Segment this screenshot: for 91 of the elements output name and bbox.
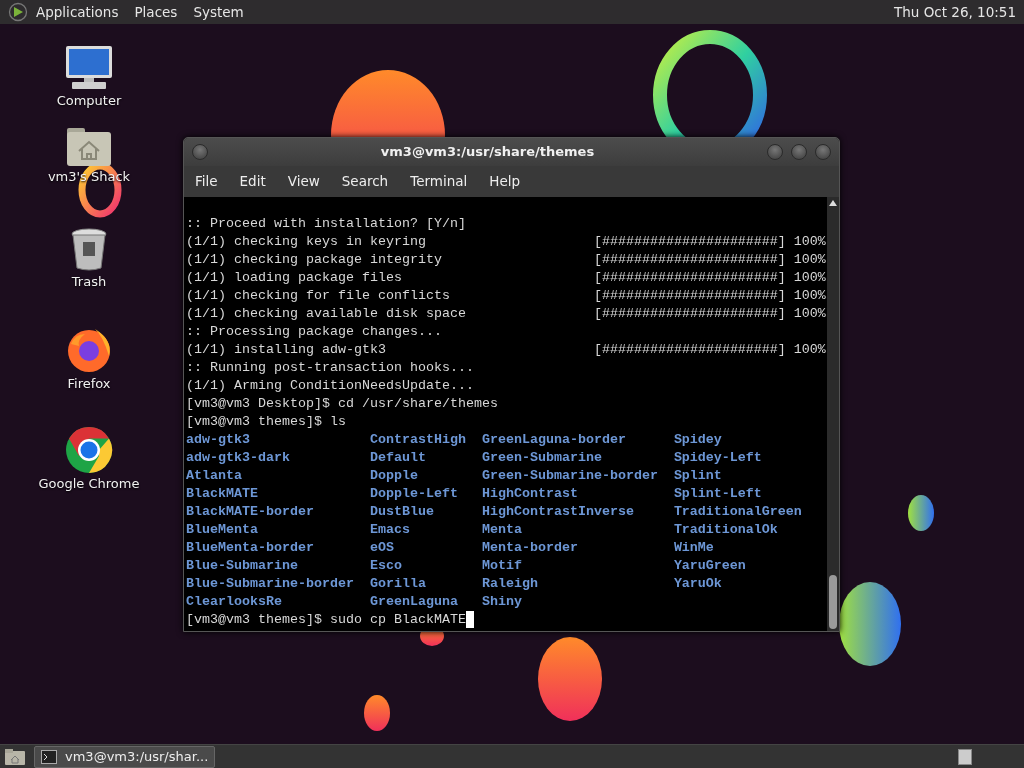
terminal-line: :: Running post-transaction hooks...	[186, 360, 474, 375]
directory-name: BlackMATE-border	[186, 504, 314, 519]
terminal-line: (1/1) loading package files	[186, 269, 403, 287]
directory-name: ContrastHigh	[369, 432, 466, 447]
terminal-line: (1/1) Arming ConditionNeedsUpdate...	[186, 378, 474, 393]
monitor-icon[interactable]	[64, 45, 114, 91]
terminal-icon	[41, 749, 57, 764]
menu-item[interactable]: Terminal	[399, 171, 479, 192]
browser-icon[interactable]	[65, 426, 113, 474]
menu-item[interactable]: Edit	[228, 171, 277, 192]
directory-name: TraditionalGreen	[673, 504, 802, 519]
directory-name: HighContrast	[481, 486, 578, 501]
menu-item[interactable]: File	[184, 171, 229, 192]
progress-bar-text: [######################] 100%	[593, 288, 826, 303]
directory-name: Menta	[481, 522, 522, 537]
directory-name: TraditionalOk	[673, 522, 778, 537]
directory-name: YaruGreen	[673, 558, 746, 573]
menu-logo-icon[interactable]	[8, 2, 28, 22]
directory-name: GreenLaguna	[369, 594, 458, 609]
menu-item[interactable]: View	[276, 171, 331, 192]
directory-name: ClearlooksRe	[186, 594, 282, 609]
taskbar-button[interactable]: vm3@vm3:/usr/shar...	[34, 745, 216, 768]
directory-name: Splint	[673, 468, 722, 483]
browser-icon[interactable]	[65, 326, 113, 374]
directory-name: Dopple-Left	[369, 486, 458, 501]
minimize-button[interactable]	[767, 144, 783, 160]
terminal-line: (1/1) checking keys in keyring	[186, 233, 427, 251]
directory-name: eOS	[369, 540, 394, 555]
scrollbar-thumb[interactable]	[829, 575, 837, 629]
directory-name: Atlanta	[186, 468, 242, 483]
terminal-line: :: Proceed with installation? [Y/n]	[186, 216, 466, 231]
directory-name: Emacs	[369, 522, 410, 537]
directory-name: Blue-Submarine	[186, 558, 298, 573]
directory-name: BlueMenta	[186, 522, 258, 537]
directory-name: Green-Submarine	[481, 450, 602, 465]
desktop-icon-label[interactable]: Google Chrome	[38, 474, 140, 494]
terminal-line: :: Processing package changes...	[186, 324, 442, 339]
terminal-line: [vm3@vm3 themes]$ ls	[186, 414, 346, 429]
directory-name: Gorilla	[369, 576, 426, 591]
directory-name: GreenLaguna-border	[481, 432, 626, 447]
directory-name: DustBlue	[369, 504, 434, 519]
text-cursor	[465, 611, 474, 628]
directory-name: BlackMATE	[186, 486, 258, 501]
directory-name: Raleigh	[481, 576, 538, 591]
scroll-up-icon[interactable]	[828, 199, 838, 207]
panel-menu[interactable]: Places	[134, 1, 178, 23]
terminal-line: (1/1) installing adw-gtk3	[186, 341, 387, 359]
directory-name: adw-gtk3-dark	[186, 450, 290, 465]
directory-name: Default	[369, 450, 426, 465]
directory-name: Spidey-Left	[673, 450, 762, 465]
directory-name: Spidey	[673, 432, 722, 447]
home-folder-icon[interactable]	[66, 127, 112, 167]
clock[interactable]: Thu Oct 26, 10:51	[894, 1, 1016, 23]
terminal-line: (1/1) checking package integrity	[186, 251, 443, 269]
maximize-button[interactable]	[791, 144, 807, 160]
desktop-icon-label[interactable]: Firefox	[67, 374, 111, 394]
progress-bar-text: [######################] 100%	[593, 234, 826, 249]
directory-name: Green-Submarine-border	[481, 468, 658, 483]
workspace-switcher[interactable]	[958, 748, 972, 765]
menu-item[interactable]: Search	[330, 171, 400, 192]
directory-name: Motif	[481, 558, 522, 573]
desktop-icon-label[interactable]: Computer	[56, 91, 122, 111]
desktop-icon-label[interactable]: Trash	[71, 272, 107, 292]
directory-name: Dopple	[369, 468, 418, 483]
window-menu-button[interactable]	[192, 144, 208, 160]
directory-name: Blue-Submarine-border	[186, 576, 354, 591]
directory-name: BlueMenta-border	[186, 540, 314, 555]
progress-bar-text: [######################] 100%	[593, 342, 826, 357]
directory-name: HighContrastInverse	[481, 504, 634, 519]
directory-name: Shiny	[481, 594, 522, 609]
window-title: vm3@vm3:/usr/share/themes	[379, 143, 596, 162]
directory-name: Splint-Left	[673, 486, 762, 501]
directory-name: WinMe	[673, 540, 714, 555]
close-button[interactable]	[815, 144, 831, 160]
progress-bar-text: [######################] 100%	[593, 270, 826, 285]
show-desktop-icon[interactable]	[4, 747, 26, 766]
progress-bar-text: [######################] 100%	[593, 252, 826, 267]
terminal-line: (1/1) checking available disk space	[186, 305, 467, 323]
command-prompt: [vm3@vm3 themes]$ sudo cp BlackMATE	[186, 612, 466, 627]
terminal-line: [vm3@vm3 Desktop]$ cd /usr/share/themes	[186, 396, 498, 411]
trash-can-icon[interactable]	[70, 228, 108, 272]
panel-menu[interactable]: System	[193, 1, 244, 23]
panel-menu[interactable]: Applications	[36, 1, 119, 23]
directory-name: Esco	[369, 558, 402, 573]
progress-bar-text: [######################] 100%	[593, 306, 826, 321]
directory-name: Menta-border	[481, 540, 578, 555]
terminal-line: (1/1) checking for file conflicts	[186, 287, 451, 305]
directory-name: adw-gtk3	[186, 432, 250, 447]
scrollbar[interactable]	[827, 197, 839, 631]
menu-item[interactable]: Help	[478, 171, 532, 192]
directory-name: YaruOk	[673, 576, 722, 591]
